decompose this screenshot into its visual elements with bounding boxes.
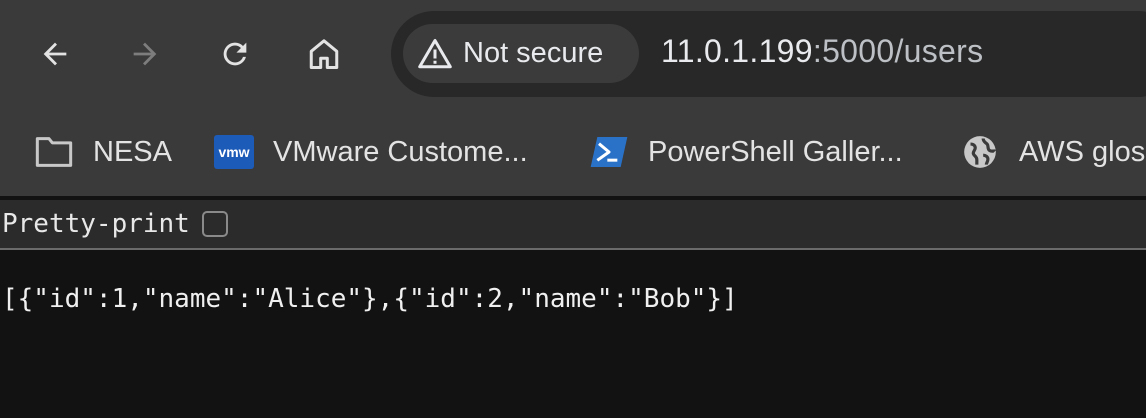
bookmark-aws-glossary[interactable]: AWS glos bbox=[959, 128, 1145, 176]
url-path: :5000/users bbox=[812, 33, 984, 69]
bookmark-label: PowerShell Galler... bbox=[648, 135, 903, 168]
pretty-print-label: Pretty-print bbox=[2, 209, 190, 239]
vmware-logo-text: vmw bbox=[214, 135, 254, 169]
bookmarks-bar: NESA vmw VMware Custome... PowerShell Ga… bbox=[0, 108, 1146, 196]
forward-button[interactable] bbox=[121, 30, 169, 78]
globe-icon bbox=[959, 131, 1001, 173]
url-text[interactable]: 11.0.1.199:5000/users bbox=[661, 33, 983, 70]
vmware-icon: vmw bbox=[213, 131, 255, 173]
address-bar[interactable]: Not secure 11.0.1.199:5000/users bbox=[391, 11, 1146, 97]
url-host: 11.0.1.199 bbox=[661, 33, 813, 69]
back-arrow-icon bbox=[43, 42, 67, 66]
pretty-print-checkbox[interactable] bbox=[201, 211, 228, 237]
bookmark-label: AWS glos bbox=[1019, 135, 1146, 168]
home-button[interactable] bbox=[300, 30, 348, 78]
back-button[interactable] bbox=[31, 30, 79, 78]
bookmark-vmware-customer[interactable]: vmw VMware Custome... bbox=[213, 128, 528, 176]
pretty-print-bar: Pretty-print bbox=[0, 200, 1146, 250]
bookmark-powershell-gallery[interactable]: PowerShell Galler... bbox=[588, 128, 903, 176]
browser-chrome: Not secure 11.0.1.199:5000/users NESA vm… bbox=[0, 0, 1146, 196]
powershell-icon bbox=[588, 131, 630, 173]
security-label: Not secure bbox=[463, 37, 604, 69]
warning-triangle-icon bbox=[417, 36, 453, 72]
browser-toolbar: Not secure 11.0.1.199:5000/users bbox=[0, 0, 1146, 108]
bookmark-label: NESA bbox=[93, 135, 172, 168]
folder-icon bbox=[33, 131, 75, 173]
bookmark-nesa[interactable]: NESA bbox=[33, 128, 172, 176]
home-icon bbox=[309, 39, 339, 69]
reload-icon bbox=[223, 42, 247, 66]
forward-arrow-icon bbox=[133, 42, 157, 66]
bookmark-label: VMware Custome... bbox=[273, 135, 528, 168]
json-response-text: [{"id":1,"name":"Alice"},{"id":2,"name":… bbox=[2, 284, 738, 314]
site-security-chip[interactable]: Not secure bbox=[403, 24, 639, 83]
page-content: Pretty-print [{"id":1,"name":"Alice"},{"… bbox=[0, 196, 1146, 418]
reload-button[interactable] bbox=[211, 30, 259, 78]
